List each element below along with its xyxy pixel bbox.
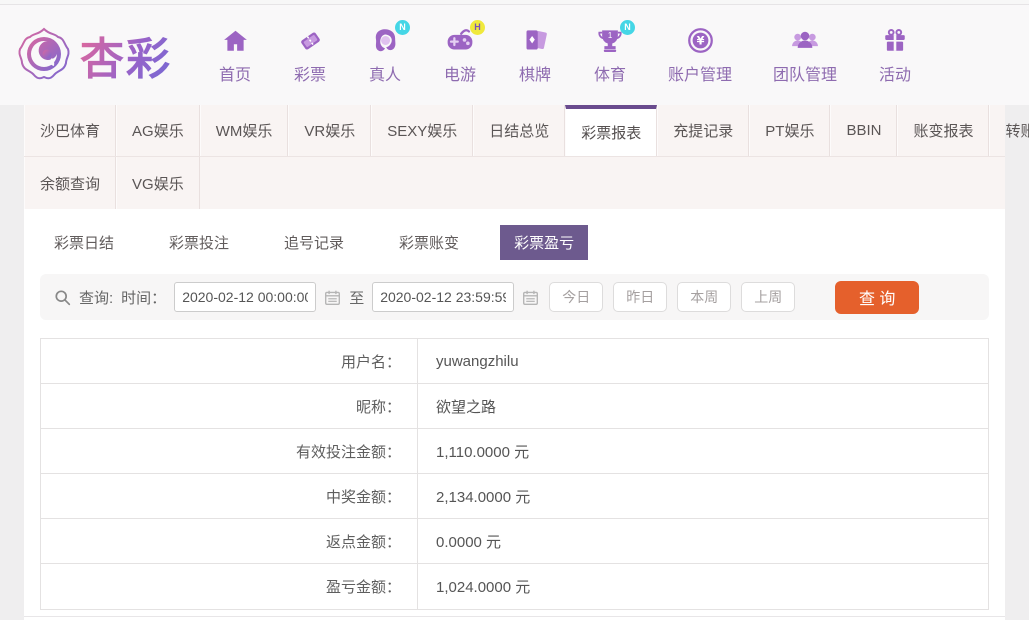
gift-icon xyxy=(878,26,912,56)
live-person-icon: N xyxy=(368,26,402,56)
subtab-lottery-profit-loss[interactable]: 彩票盈亏 xyxy=(500,225,588,260)
row-label: 有效投注金额： xyxy=(41,429,418,473)
nav-item-sports[interactable]: 1 N 体育 xyxy=(593,26,627,85)
today-button[interactable]: 今日 xyxy=(549,282,603,312)
main-nav: 首页 彩票 N 真人 xyxy=(218,26,912,85)
nav-item-egames[interactable]: H 电游 xyxy=(443,26,477,85)
trophy-icon: 1 N xyxy=(593,26,627,56)
brand-logo[interactable]: 杏彩 xyxy=(14,23,172,87)
tab-lottery-report[interactable]: 彩票报表 xyxy=(565,105,657,156)
nav-item-cards[interactable]: 棋牌 xyxy=(518,26,552,85)
row-label: 盈亏金额： xyxy=(41,564,418,609)
last-week-button[interactable]: 上周 xyxy=(741,282,795,312)
username-value: yuwangzhilu xyxy=(418,339,988,383)
ticket-icon xyxy=(293,26,327,56)
table-row: 用户名： yuwangzhilu xyxy=(41,339,988,384)
badge-n: N xyxy=(620,20,635,35)
nav-label: 团队管理 xyxy=(773,61,837,85)
subtab-lottery-bets[interactable]: 彩票投注 xyxy=(155,225,243,260)
row-label: 中奖金额： xyxy=(41,474,418,518)
tab-account-change[interactable]: 账变报表 xyxy=(897,105,989,156)
this-week-button[interactable]: 本周 xyxy=(677,282,731,312)
time-label: 时间： xyxy=(121,287,166,308)
tab-transfer-report[interactable]: 转账报表 xyxy=(989,105,1029,156)
nav-label: 首页 xyxy=(219,61,251,85)
tab-pt[interactable]: PT娱乐 xyxy=(749,105,830,156)
tab-vr[interactable]: VR娱乐 xyxy=(288,105,371,156)
home-icon xyxy=(218,26,252,56)
subtab-chase-records[interactable]: 追号记录 xyxy=(270,225,358,260)
table-row: 中奖金额： 2,134.0000 元 xyxy=(41,474,988,519)
nav-item-account[interactable]: ¥ 账户管理 xyxy=(668,26,732,85)
sub-tabs: 彩票日结 彩票投注 追号记录 彩票账变 彩票盈亏 xyxy=(24,209,1005,272)
date-to-input[interactable] xyxy=(372,282,514,312)
subtab-lottery-daily[interactable]: 彩票日结 xyxy=(40,225,128,260)
nav-label: 彩票 xyxy=(294,61,326,85)
date-from-input[interactable] xyxy=(174,282,316,312)
badge-n: N xyxy=(395,20,410,35)
profit-loss-table: 用户名： yuwangzhilu 昵称： 欲望之路 有效投注金额： 1,110.… xyxy=(40,338,989,610)
left-gutter xyxy=(0,105,24,620)
coin-icon: ¥ xyxy=(683,26,717,56)
subtab-lottery-account-change[interactable]: 彩票账变 xyxy=(385,225,473,260)
cards-icon xyxy=(518,26,552,56)
table-row: 返点金额： 0.0000 元 xyxy=(41,519,988,564)
nav-item-team[interactable]: 团队管理 xyxy=(773,26,837,85)
to-label: 至 xyxy=(349,287,364,308)
nav-item-live[interactable]: N 真人 xyxy=(368,26,402,85)
tab-row-1: 沙巴体育 AG娱乐 WM娱乐 VR娱乐 SEXY娱乐 日结总览 彩票报表 充提记… xyxy=(24,105,1005,157)
nav-label: 真人 xyxy=(369,61,401,85)
team-icon xyxy=(788,26,822,56)
query-label: 查询: xyxy=(79,287,113,308)
tab-wm[interactable]: WM娱乐 xyxy=(200,105,289,156)
tab-row-2: 余额查询 VG娱乐 xyxy=(24,157,1005,209)
nav-label: 活动 xyxy=(879,61,911,85)
table-row: 盈亏金额： 1,024.0000 元 xyxy=(41,564,988,609)
tab-vg[interactable]: VG娱乐 xyxy=(116,157,200,209)
right-gutter xyxy=(1005,105,1029,620)
query-submit-button[interactable]: 查 询 xyxy=(835,281,919,314)
nav-label: 账户管理 xyxy=(668,61,732,85)
tab-ag[interactable]: AG娱乐 xyxy=(116,105,200,156)
tab-shaba-sports[interactable]: 沙巴体育 xyxy=(24,105,116,156)
nav-item-home[interactable]: 首页 xyxy=(218,26,252,85)
search-icon xyxy=(54,289,71,306)
brand-name: 杏彩 xyxy=(80,23,172,87)
nav-label: 棋牌 xyxy=(519,61,551,85)
table-row: 昵称： 欲望之路 xyxy=(41,384,988,429)
tab-bar: 沙巴体育 AG娱乐 WM娱乐 VR娱乐 SEXY娱乐 日结总览 彩票报表 充提记… xyxy=(24,105,1005,209)
badge-h: H xyxy=(470,20,485,35)
nickname-value: 欲望之路 xyxy=(418,384,988,428)
header: 杏彩 首页 彩票 xyxy=(0,5,1029,105)
gamepad-icon: H xyxy=(443,26,477,56)
tab-deposit-withdraw[interactable]: 充提记录 xyxy=(657,105,749,156)
brand-flower-icon xyxy=(14,25,74,85)
calendar-icon[interactable] xyxy=(324,289,341,306)
nav-item-lottery[interactable]: 彩票 xyxy=(293,26,327,85)
winning-amount-value: 2,134.0000 元 xyxy=(418,474,988,518)
nav-label: 体育 xyxy=(594,61,626,85)
tab-sexy[interactable]: SEXY娱乐 xyxy=(371,105,473,156)
tab-balance-query[interactable]: 余额查询 xyxy=(24,157,116,209)
valid-bet-amount-value: 1,110.0000 元 xyxy=(418,429,988,473)
svg-text:1: 1 xyxy=(608,31,612,40)
content-panel: 沙巴体育 AG娱乐 WM娱乐 VR娱乐 SEXY娱乐 日结总览 彩票报表 充提记… xyxy=(24,105,1005,617)
profit-loss-amount-value: 1,024.0000 元 xyxy=(418,564,988,609)
yesterday-button[interactable]: 昨日 xyxy=(613,282,667,312)
calendar-icon[interactable] xyxy=(522,289,539,306)
svg-text:¥: ¥ xyxy=(696,34,704,47)
rebate-amount-value: 0.0000 元 xyxy=(418,519,988,563)
row-label: 昵称： xyxy=(41,384,418,428)
row-label: 返点金额： xyxy=(41,519,418,563)
tab-bbin[interactable]: BBIN xyxy=(830,105,897,156)
tab-daily-overview[interactable]: 日结总览 xyxy=(473,105,565,156)
row-label: 用户名： xyxy=(41,339,418,383)
search-bar: 查询: 时间： 至 今日 昨日 本周 上周 查 询 xyxy=(40,274,989,320)
nav-item-activity[interactable]: 活动 xyxy=(878,26,912,85)
table-row: 有效投注金额： 1,110.0000 元 xyxy=(41,429,988,474)
nav-label: 电游 xyxy=(444,61,476,85)
